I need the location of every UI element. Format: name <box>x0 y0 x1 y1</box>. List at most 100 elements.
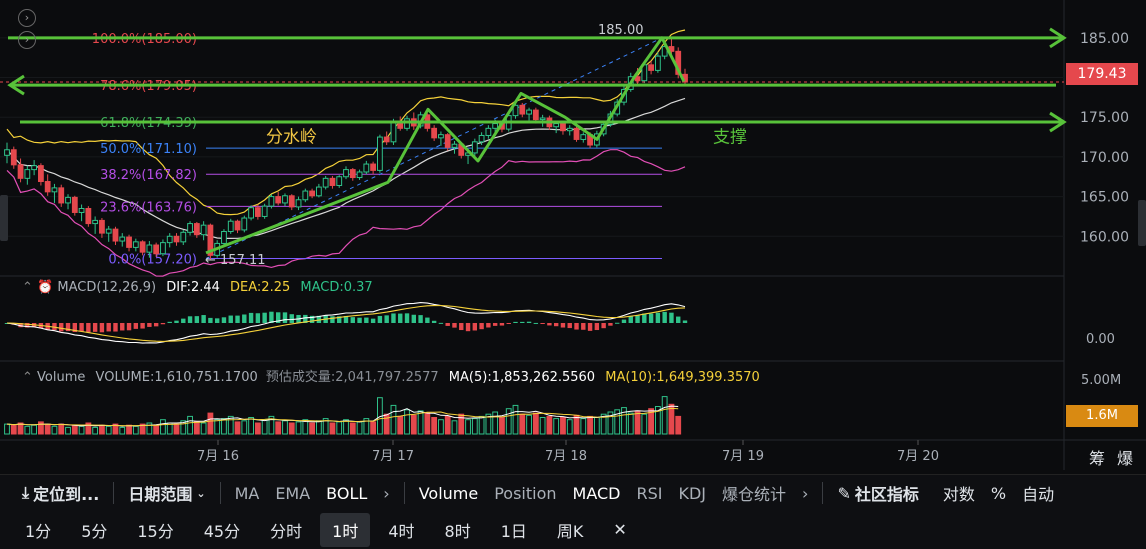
volume-bar <box>38 421 44 435</box>
candle-body <box>85 208 92 225</box>
candle-body <box>254 207 261 217</box>
candle-body <box>105 228 112 234</box>
candle-body <box>234 220 241 231</box>
overlay-boll[interactable]: BOLL <box>318 484 375 503</box>
macd-histogram-bar <box>181 318 186 323</box>
community-indicator-button[interactable]: ✎ 社区指标 <box>829 481 926 505</box>
macd-histogram-bar <box>513 321 518 323</box>
candle-body <box>166 235 173 244</box>
locate-button[interactable]: ⤓ 定位到... <box>0 481 107 505</box>
candle-body <box>566 127 573 132</box>
timeframe-week[interactable]: 周K <box>545 513 596 547</box>
macd-histogram-bar <box>418 315 423 323</box>
current-price-badge: 179.43 <box>1066 63 1138 85</box>
macd-histogram-bar <box>364 317 369 323</box>
indicator-macd[interactable]: MACD <box>565 484 629 503</box>
volume-bar <box>641 413 648 435</box>
indicator-volume[interactable]: Volume <box>411 484 487 503</box>
timeframe-4h[interactable]: 4时 <box>376 513 426 547</box>
macd-histogram-bar <box>377 315 383 323</box>
timeframe-1m[interactable]: 1分 <box>13 513 63 547</box>
volume-estimate: 预估成交量:2,041,797.2577 <box>265 370 439 385</box>
nav-circle-2[interactable]: › <box>18 31 36 49</box>
indicator-liquidation[interactable]: 爆仓统计 <box>714 481 794 505</box>
volume-bar <box>10 424 17 435</box>
macd-histogram-bar <box>472 323 478 331</box>
candle-body <box>648 64 655 71</box>
chip-icon[interactable]: 筹 <box>1089 445 1105 469</box>
volume-bar <box>24 425 31 435</box>
indicator-kdj[interactable]: KDJ <box>670 484 714 503</box>
timeframe-1d[interactable]: 1日 <box>489 513 539 547</box>
macd-histogram-bar <box>350 317 355 323</box>
candle-body <box>580 134 587 140</box>
volume-bar <box>661 396 668 435</box>
volume-ma10: MA(10):1,649,399.3570 <box>605 370 760 385</box>
chevron-down-icon: ⌄ <box>196 486 206 500</box>
right-scroll-handle[interactable] <box>1138 200 1146 246</box>
fib-level-label: 23.6%(163.76) <box>100 200 197 215</box>
volume-bar <box>51 425 58 435</box>
volume-bar <box>65 426 71 435</box>
overlay-ema[interactable]: EMA <box>267 484 318 503</box>
volume-bar <box>71 424 78 435</box>
macd-alarm-icon[interactable]: ⏰ <box>37 280 53 295</box>
volume-bar <box>431 417 438 435</box>
macd-histogram-bar <box>445 323 450 326</box>
volume-bar <box>356 421 363 435</box>
candle-body <box>92 219 99 225</box>
percent-scale-toggle[interactable]: % <box>983 484 1014 503</box>
timeframe-5m[interactable]: 5分 <box>69 513 119 547</box>
left-scroll-handle[interactable] <box>0 195 8 241</box>
nav-circle-1[interactable]: › <box>18 9 36 27</box>
candle-body <box>295 199 302 208</box>
macd-histogram-bar <box>79 323 84 332</box>
macd-histogram-bar <box>106 323 111 332</box>
macd-value: MACD:0.37 <box>300 280 373 295</box>
volume-bar <box>329 422 336 435</box>
macd-collapse-icon[interactable]: ⌃ <box>22 280 33 295</box>
indicator-position[interactable]: Position <box>486 484 564 503</box>
overlay-ma[interactable]: MA <box>227 484 268 503</box>
candle-body <box>438 134 444 139</box>
high-price-label: 185.00 <box>598 23 644 38</box>
overlay-more-chevron-icon[interactable]: › <box>375 484 397 503</box>
macd-histogram-bar <box>384 315 389 323</box>
macd-histogram-bar <box>520 321 525 323</box>
candle-body <box>160 242 166 255</box>
volume-bar <box>499 417 505 435</box>
indicator-rsi[interactable]: RSI <box>628 484 670 503</box>
log-scale-toggle[interactable]: 对数 <box>935 481 983 505</box>
candle-body <box>349 169 356 179</box>
timeframe-8h[interactable]: 8时 <box>433 513 483 547</box>
volume-collapse-icon[interactable]: ⌃ <box>22 370 33 385</box>
macd-histogram-bar <box>465 323 471 332</box>
volume-bar <box>539 417 546 435</box>
volume-bar <box>370 421 377 435</box>
liquidation-icon[interactable]: 爆 <box>1117 445 1133 469</box>
volume-bar <box>451 420 458 435</box>
volume-value: VOLUME:1,610,751.1700 <box>95 370 258 385</box>
date-range-button[interactable]: 日期范围 ⌄ <box>120 481 213 505</box>
candle-body <box>336 176 343 186</box>
auto-scale-toggle[interactable]: 自动 <box>1014 481 1062 505</box>
timeframe-15m[interactable]: 15分 <box>125 513 185 547</box>
divider <box>219 482 221 504</box>
indicator-more-chevron-icon[interactable]: › <box>794 484 816 503</box>
date-tick-label: 7月 17 <box>372 449 414 464</box>
macd-header: ⌃ ⏰ MACD(12,26,9) DIF:2.44 DEA:2.25 MACD… <box>22 280 373 295</box>
macd-histogram-bar <box>438 322 444 324</box>
timeframe-45m[interactable]: 45分 <box>192 513 252 547</box>
macd-histogram-bar <box>669 312 674 323</box>
close-timeframe-edit-icon[interactable]: ✕ <box>601 515 638 544</box>
price-chart[interactable]: 185.00180.00175.00170.00165.00160.00100.… <box>0 0 1146 474</box>
macd-histogram-bar <box>648 313 654 323</box>
macd-histogram-bar <box>587 323 593 331</box>
macd-histogram-bar <box>655 312 661 323</box>
fib-level-label: 0.0%(157.20) <box>108 253 197 268</box>
timeframe-1h[interactable]: 1时 <box>320 512 371 547</box>
timeframe-timeshare[interactable]: 分时 <box>258 513 314 547</box>
volume-bar <box>105 425 112 435</box>
macd-histogram-bar <box>167 321 172 323</box>
macd-zero-tick: 0.00 <box>1086 332 1115 347</box>
